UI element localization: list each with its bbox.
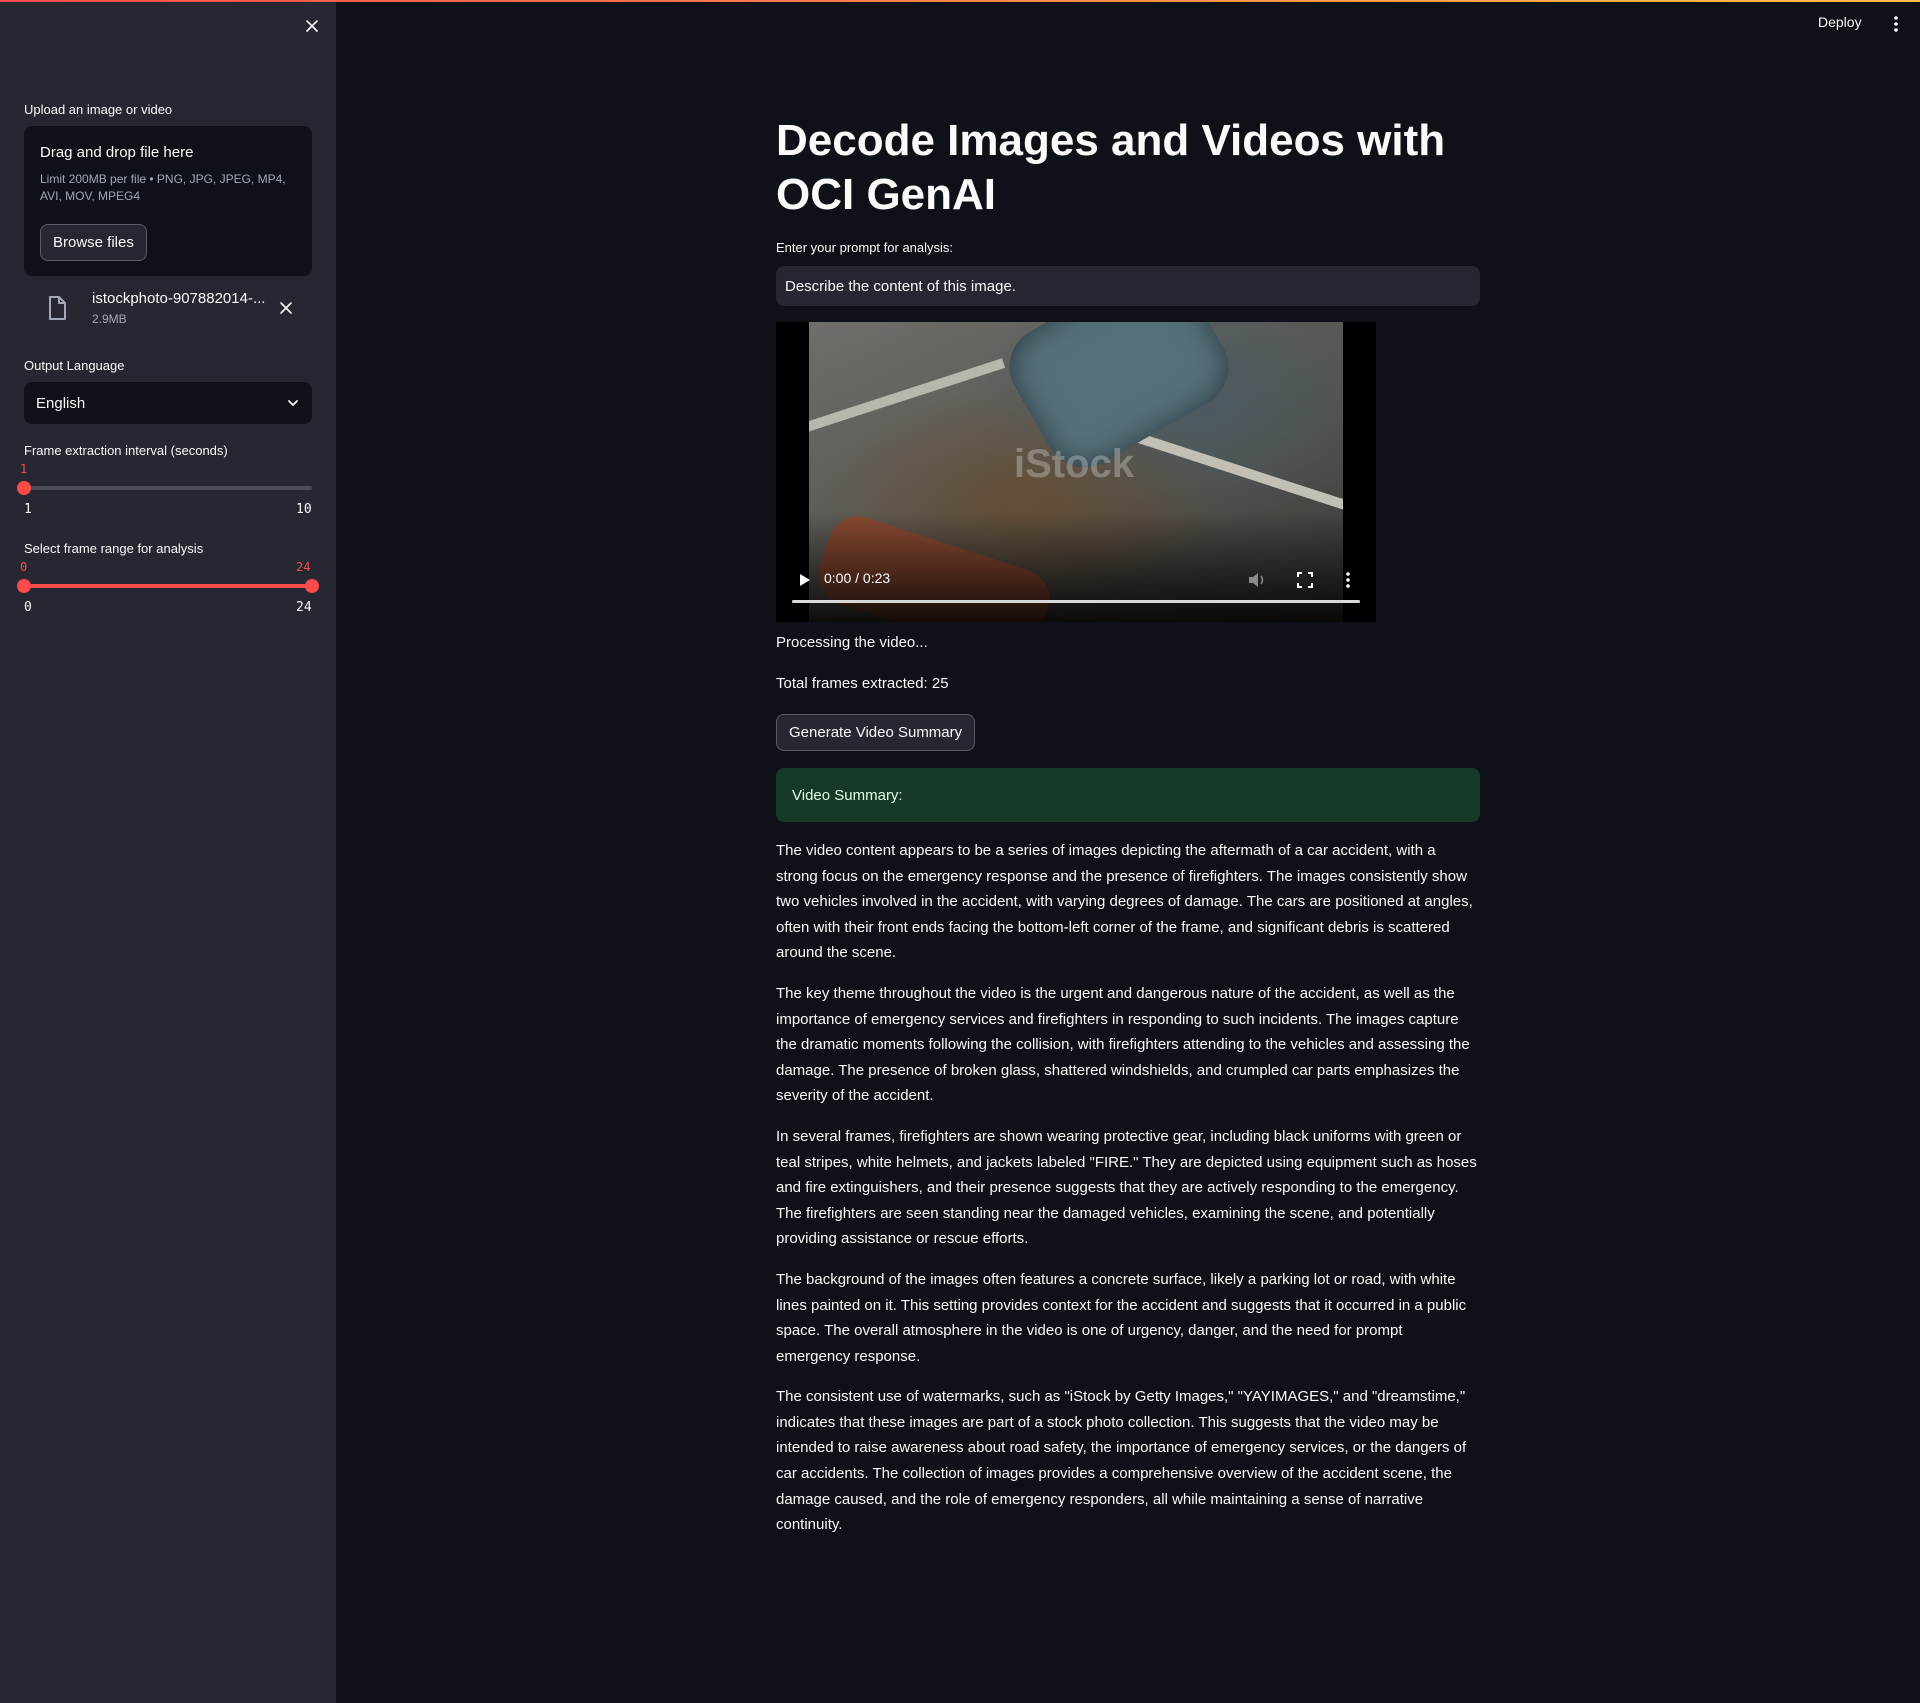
processing-status: Processing the video... <box>776 634 928 651</box>
summary-header: Video Summary: <box>792 786 903 804</box>
language-select[interactable]: English <box>24 382 312 424</box>
video-progress-bar[interactable] <box>792 600 1360 603</box>
video-controls: 0:00 / 0:23 <box>776 560 1376 610</box>
slider-value-high: 24 <box>296 560 311 574</box>
slider-max: 10 <box>296 502 312 517</box>
summary-paragraph: The consistent use of watermarks, such a… <box>776 1388 1467 1534</box>
slider-value-low: 0 <box>20 560 28 574</box>
fullscreen-icon[interactable] <box>1294 569 1316 591</box>
video-time: 0:00 / 0:23 <box>824 570 891 586</box>
dropzone-limit: Limit 200MB per file • PNG, JPG, JPEG, M… <box>40 172 286 203</box>
remove-file-button[interactable] <box>276 298 296 318</box>
slider-thumb-low[interactable] <box>17 579 31 593</box>
interval-slider-label: Frame extraction interval (seconds) <box>24 443 228 458</box>
more-vert-icon[interactable] <box>1344 569 1352 591</box>
range-slider-label: Select frame range for analysis <box>24 541 204 556</box>
close-icon <box>306 20 318 32</box>
uploader-label: Upload an image or video <box>24 102 173 117</box>
file-icon <box>49 296 66 320</box>
volume-icon[interactable] <box>1246 569 1268 591</box>
more-vert-icon[interactable] <box>1892 14 1900 34</box>
frames-count: Total frames extracted: 25 <box>776 675 949 692</box>
language-label: Output Language <box>24 358 125 373</box>
close-sidebar-button[interactable] <box>300 14 324 38</box>
summary-paragraph: The background of the images often featu… <box>776 1270 1467 1365</box>
slider-min: 1 <box>24 502 32 517</box>
slider-thumb[interactable] <box>17 481 31 495</box>
video-summary: The video content appears to be a series… <box>776 838 1480 1553</box>
slider-max: 24 <box>296 600 312 615</box>
file-size: 2.9MB <box>92 312 127 326</box>
browse-files-button[interactable]: Browse files <box>40 224 147 261</box>
summary-paragraph: In several frames, firefighters are show… <box>776 1127 1477 1248</box>
uploaded-file: istockphoto-907882014-... 2.9MB <box>44 290 314 330</box>
slider-value: 1 <box>20 462 28 476</box>
prompt-input[interactable] <box>776 266 1480 306</box>
page-title: Decode Images and Videos with OCI GenAI <box>776 116 1446 219</box>
top-decoration-bar <box>0 0 1920 2</box>
slider-track <box>24 486 312 490</box>
file-name: istockphoto-907882014-... <box>92 290 266 307</box>
language-value: English <box>36 394 86 412</box>
sidebar: Upload an image or video Drag and drop f… <box>0 0 336 1703</box>
video-watermark: iStock <box>1014 442 1135 486</box>
chevron-down-icon <box>288 400 298 406</box>
close-icon <box>280 302 292 314</box>
deploy-button[interactable]: Deploy <box>1818 14 1862 30</box>
road-line <box>809 358 1006 436</box>
slider-fill <box>24 584 312 588</box>
play-icon[interactable] <box>794 570 814 590</box>
video-player[interactable]: iStock 0:00 / 0:23 <box>776 322 1376 622</box>
summary-paragraph: The key theme throughout the video is th… <box>776 984 1470 1105</box>
slider-min: 0 <box>24 600 32 615</box>
file-dropzone[interactable]: Drag and drop file here Limit 200MB per … <box>24 126 312 276</box>
prompt-label: Enter your prompt for analysis: <box>776 240 954 255</box>
summary-paragraph: The video content appears to be a series… <box>776 842 1473 962</box>
generate-summary-button[interactable]: Generate Video Summary <box>776 714 976 751</box>
slider-thumb-high[interactable] <box>305 579 319 593</box>
summary-header-alert: Video Summary: <box>776 768 1480 822</box>
dropzone-title: Drag and drop file here <box>40 144 194 161</box>
